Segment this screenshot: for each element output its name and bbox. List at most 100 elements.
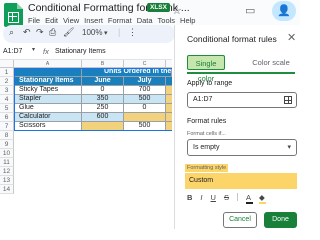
cell-b1-merged[interactable]: Units Ordered in the M [82,68,172,77]
row-header[interactable]: 6 [0,113,14,122]
chevron-down-icon[interactable]: ▾ [104,29,108,37]
menu-format[interactable]: Format [108,16,132,25]
cell-d3[interactable] [166,86,172,95]
tab-divider [187,72,295,74]
bold-icon[interactable]: B [187,193,192,202]
underline-icon[interactable]: U [211,193,216,202]
cell-b7[interactable] [82,122,124,131]
select-all-corner[interactable] [0,60,14,68]
formula-input[interactable]: Stationary Items [55,48,106,55]
menu-tools[interactable]: Tools [158,16,176,25]
star-icon[interactable]: ☆ [172,4,182,17]
undo-icon[interactable]: ↶ [23,27,31,38]
italic-icon[interactable]: I [200,193,202,202]
column-header-a[interactable]: A [14,60,82,68]
cell-d6[interactable] [166,113,172,122]
cell-a4[interactable]: Stapler [14,95,82,104]
cell-a7[interactable]: Scissors [14,122,82,131]
row-header[interactable]: 12 [0,167,14,176]
close-icon[interactable]: ✕ [287,31,296,44]
column-header-b[interactable]: B [82,60,124,68]
fill-color-icon[interactable]: ◆ [258,193,266,204]
row-header[interactable]: 8 [0,131,14,140]
tab-single-color[interactable]: Single color [187,55,225,83]
name-box[interactable]: A1:D7 [3,48,22,55]
cell-a5[interactable]: Glue [14,104,82,113]
conditional-format-panel: Conditional format rules ✕ Single color … [174,25,300,229]
panel-title: Conditional format rules [187,34,277,44]
menu-data[interactable]: Data [137,16,153,25]
cell-c5[interactable]: 0 [124,104,166,113]
cell-a2[interactable]: Stationary Items [14,77,82,86]
select-range-icon[interactable] [284,96,292,104]
menu-file[interactable]: File [28,16,40,25]
range-input[interactable]: A1:D7 [187,92,297,108]
cell-c2[interactable]: July [124,77,166,86]
cell-d4[interactable] [166,95,172,104]
search-icon[interactable]: ⌕ [9,27,14,38]
cell-d2[interactable] [166,77,172,86]
range-value: A1:D7 [193,96,213,103]
share-button[interactable]: 👤 [272,1,296,21]
chevron-down-icon: ▾ [287,144,291,151]
condition-select[interactable]: Is empty ▾ [187,139,297,156]
menu-edit[interactable]: Edit [45,16,58,25]
row-header[interactable]: 5 [0,104,14,113]
more-icon[interactable]: ⋮ [128,27,137,38]
cell-b4[interactable]: 350 [82,95,124,104]
print-icon[interactable]: ⎙ [49,27,56,38]
paint-format-icon[interactable]: 🖌 [63,27,74,38]
row-header[interactable]: 1 [0,68,14,77]
formatting-style-label: Formatting style [185,164,229,172]
file-type-badge: XLSX [147,3,170,12]
format-cells-if-label: Format cells if... [187,131,226,137]
cell-d7[interactable] [166,122,172,131]
toolbar-divider: | [118,27,121,37]
formatting-toolbar: B I U S A ◆ [187,193,266,204]
toolbar: ⌕ ↶ ↷ ⎙ 🖌 100% ▾ | ⋮ [3,25,175,43]
cell-b5[interactable]: 250 [82,104,124,113]
comment-icon[interactable]: ▭ [245,4,255,17]
cell-b3[interactable]: 0 [82,86,124,95]
cell-a1[interactable] [14,68,82,77]
row-header[interactable]: 11 [0,158,14,167]
column-header-d[interactable]: D [166,60,172,68]
toolbar-divider [236,193,238,201]
formatting-style-preview[interactable]: Custom [185,173,297,189]
row-header[interactable]: 3 [0,86,14,95]
row-header[interactable]: 10 [0,149,14,158]
row-header[interactable]: 2 [0,77,14,86]
condition-value: Is empty [193,144,220,151]
sheets-logo-icon[interactable] [4,3,23,27]
row-header[interactable]: 13 [0,176,14,185]
cancel-button[interactable]: Cancel [223,212,257,228]
cell-a6[interactable]: Calculator [14,113,82,122]
menu-bar: File Edit View Insert Format Data Tools … [28,16,195,25]
done-button[interactable]: Done [264,212,297,228]
column-header-c[interactable]: C [124,60,166,68]
cell-c4[interactable]: 500 [124,95,166,104]
cell-c7[interactable]: 500 [124,122,166,131]
menu-insert[interactable]: Insert [84,16,103,25]
strikethrough-icon[interactable]: S [224,193,229,202]
row-header[interactable]: 7 [0,122,14,131]
cell-d5[interactable] [166,104,172,113]
cell-b6[interactable]: 600 [82,113,124,122]
formula-bar: A1:D7 ▾ fx Stationary Items [0,44,172,60]
text-color-icon[interactable]: A [245,193,253,204]
row-header[interactable]: 4 [0,95,14,104]
row-header[interactable]: 14 [0,185,14,194]
cell-c6[interactable] [124,113,166,122]
redo-icon[interactable]: ↷ [36,27,44,38]
spreadsheet-grid[interactable]: A B C D 1 2 3 4 5 6 7 8 9 10 11 12 13 14… [0,60,172,229]
cell-c3[interactable]: 700 [124,86,166,95]
tab-color-scale[interactable]: Color scale [245,55,297,70]
cell-a3[interactable]: Sticky Tapes [14,86,82,95]
cell-b2[interactable]: June [82,77,124,86]
menu-view[interactable]: View [63,16,79,25]
menu-help[interactable]: Help [180,16,195,25]
row-header[interactable]: 9 [0,140,14,149]
chevron-down-icon[interactable]: ▾ [32,46,35,53]
fx-icon: fx [43,47,49,56]
zoom-select[interactable]: 100% [82,28,102,37]
